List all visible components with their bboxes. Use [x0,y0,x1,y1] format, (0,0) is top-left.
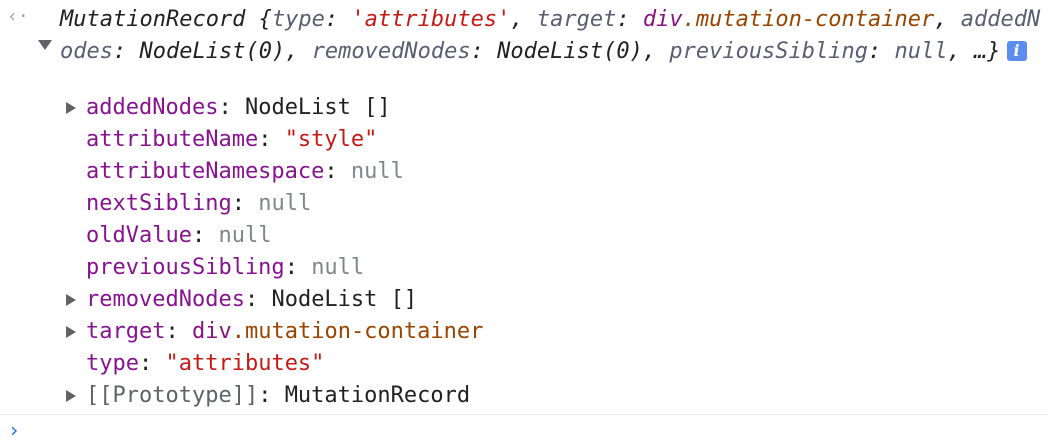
property-value-class: .mutation-container [231,319,484,344]
expand-triangle-icon[interactable] [66,390,76,402]
console-prompt[interactable]: › [0,415,1048,446]
property-value: null [218,223,272,248]
colon: : [112,39,140,64]
preview-value-target-class: .mutation-container [682,7,935,32]
colon: : [165,319,192,344]
comma: , [934,7,961,32]
colon: : [284,255,312,280]
info-icon[interactable]: i [1006,41,1027,61]
object-preview-header[interactable]: MutationRecord {type: 'attributes', targ… [60,4,1046,68]
colon: : [138,351,166,376]
colon: : [231,191,259,216]
property-key: [[Prototype]] [86,383,259,408]
colon: : [616,7,643,32]
comma: , [285,39,312,64]
preview-key-type: type [271,7,325,32]
expand-triangle-icon[interactable] [66,102,76,114]
property-value: NodeList [] [271,287,418,312]
property-key: previousSibling [86,255,285,280]
colon: : [324,159,351,184]
preview-value-target-tag: div [642,7,683,32]
property-list: addedNodes: NodeList [] attributeName: "s… [0,92,1048,412]
colon: : [324,7,352,32]
open-brace: { [245,7,272,32]
property-row: type: "attributes" [0,348,1048,380]
property-key: attributeNamespace [86,159,325,184]
preview-value-type: 'attributes' [351,7,511,32]
property-row: attributeName: "style" [0,124,1048,156]
expand-triangle-icon[interactable] [66,326,76,338]
console-input[interactable] [30,418,1034,444]
comma: , [947,39,975,64]
comma: , [642,39,670,64]
property-row: previousSibling: null [0,252,1048,284]
property-value: "style" [284,127,378,152]
colon: : [258,127,285,152]
property-value: NodeList [] [244,95,391,120]
property-value: MutationRecord [284,383,471,408]
prompt-chevron-icon: › [8,418,21,442]
comma: , [510,7,537,32]
preview-value-previoussibling: null [894,39,948,64]
property-key: nextSibling [86,191,232,216]
colon: : [218,95,245,120]
property-row[interactable]: [[Prototype]]: MutationRecord [0,380,1048,412]
result-return-icon: ‹· [7,6,29,27]
colon: : [868,39,895,64]
expand-triangle-icon[interactable] [66,294,76,306]
property-value: "attributes" [165,351,325,376]
object-class-name: MutationRecord [60,7,246,32]
property-row[interactable]: addedNodes: NodeList [] [0,92,1048,124]
property-key: attributeName [86,127,259,152]
colon: : [470,39,498,64]
preview-value-removednodes: NodeList(0) [497,39,643,64]
preview-key-previoussibling: previousSibling [669,39,869,64]
preview-key-target: target [536,7,617,32]
preview-key-removednodes: removedNodes [311,39,471,64]
colon: : [191,223,219,248]
property-row[interactable]: removedNodes: NodeList [] [0,284,1048,316]
colon: : [244,287,272,312]
property-key: removedNodes [86,287,245,312]
property-key: type [86,351,139,376]
devtools-console: ‹· MutationRecord {type: 'attributes', t… [0,0,1048,446]
colon: : [258,383,285,408]
property-row[interactable]: target: div.mutation-container [0,316,1048,348]
property-row: oldValue: null [0,220,1048,252]
property-key: oldValue [86,223,192,248]
property-row: nextSibling: null [0,188,1048,220]
property-row: attributeNamespace: null [0,156,1048,188]
property-value-tag: div [191,319,232,344]
object-expand-toggle-icon[interactable] [38,40,52,50]
property-value: null [311,255,365,280]
property-key: target [86,319,166,344]
property-value: null [258,191,312,216]
property-value: null [350,159,404,184]
preview-ellipsis: …} [974,39,1001,64]
property-key: addedNodes [86,95,219,120]
preview-value-addednodes: NodeList(0) [139,39,286,64]
